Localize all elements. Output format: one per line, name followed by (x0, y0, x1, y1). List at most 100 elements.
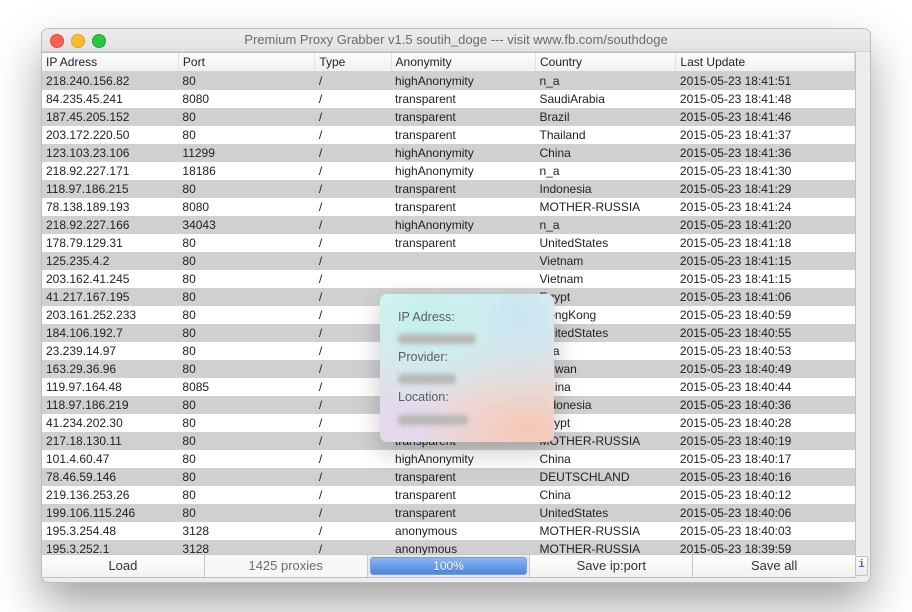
cell-type: / (315, 72, 391, 91)
table-row[interactable]: 195.3.254.483128/anonymousMOTHER-RUSSIA2… (42, 522, 855, 540)
table-row[interactable]: 199.106.115.24680/transparentUnitedState… (42, 504, 855, 522)
cell-type: / (315, 468, 391, 486)
cell-upd: 2015-05-23 18:40:49 (676, 360, 855, 378)
cell-ip: 163.29.36.96 (42, 360, 178, 378)
cell-upd: 2015-05-23 18:41:24 (676, 198, 855, 216)
cell-port: 80 (178, 108, 314, 126)
cell-upd: 2015-05-23 18:41:48 (676, 90, 855, 108)
cell-port: 8080 (178, 90, 314, 108)
cell-upd: 2015-05-23 18:40:28 (676, 414, 855, 432)
cell-ip: 218.240.156.82 (42, 72, 178, 91)
table-row[interactable]: 218.92.227.16634043/highAnonymityn_a2015… (42, 216, 855, 234)
table-row[interactable]: 125.235.4.280/Vietnam2015-05-23 18:41:15 (42, 252, 855, 270)
col-header-updated[interactable]: Last Update (676, 53, 855, 72)
table-row[interactable]: 78.46.59.14680/transparentDEUTSCHLAND201… (42, 468, 855, 486)
cell-port: 80 (178, 504, 314, 522)
table-row[interactable]: 187.45.205.15280/transparentBrazil2015-0… (42, 108, 855, 126)
close-icon[interactable] (50, 34, 64, 48)
cell-ctry: UnitedStates (535, 504, 675, 522)
cell-anon: highAnonymity (391, 162, 535, 180)
load-button[interactable]: Load (42, 555, 205, 577)
cell-type: / (315, 198, 391, 216)
cell-anon (391, 252, 535, 270)
col-header-country[interactable]: Country (535, 53, 675, 72)
cell-ctry: SaudiArabia (535, 90, 675, 108)
cell-ctry: n_a (535, 342, 675, 360)
cell-port: 80 (178, 306, 314, 324)
cell-type: / (315, 90, 391, 108)
minimize-icon[interactable] (71, 34, 85, 48)
cell-ctry: Indonesia (535, 180, 675, 198)
table-row[interactable]: 218.240.156.8280/highAnonymityn_a2015-05… (42, 72, 855, 91)
cell-port: 18186 (178, 162, 314, 180)
cell-anon: transparent (391, 180, 535, 198)
table-row[interactable]: 203.162.41.24580/Vietnam2015-05-23 18:41… (42, 270, 855, 288)
col-header-type[interactable]: Type (315, 53, 391, 72)
cell-ip: 119.97.164.48 (42, 378, 178, 396)
tooltip-provider-label: Provider: (398, 350, 448, 364)
cell-anon: transparent (391, 504, 535, 522)
cell-ctry: n_a (535, 162, 675, 180)
cell-anon: highAnonymity (391, 72, 535, 91)
cell-ip: 199.106.115.246 (42, 504, 178, 522)
tooltip-location-value-blurred (398, 415, 468, 425)
cell-anon: anonymous (391, 522, 535, 540)
cell-anon: transparent (391, 234, 535, 252)
table-row[interactable]: 123.103.23.10611299/highAnonymityChina20… (42, 144, 855, 162)
cell-upd: 2015-05-23 18:41:30 (676, 162, 855, 180)
cell-port: 8085 (178, 378, 314, 396)
cell-type: / (315, 216, 391, 234)
cell-ip: 41.234.202.30 (42, 414, 178, 432)
cell-ctry: n_a (535, 72, 675, 91)
cell-ctry: DEUTSCHLAND (535, 468, 675, 486)
col-header-anon[interactable]: Anonymity (391, 53, 535, 72)
cell-type: / (315, 234, 391, 252)
col-header-port[interactable]: Port (178, 53, 314, 72)
client-area: IP Adress Port Type Anonymity Country La… (42, 52, 870, 582)
cell-port: 80 (178, 450, 314, 468)
cell-ip: 118.97.186.219 (42, 396, 178, 414)
cell-upd: 2015-05-23 18:40:16 (676, 468, 855, 486)
cell-ip: 203.161.252.233 (42, 306, 178, 324)
table-row[interactable]: 101.4.60.4780/highAnonymityChina2015-05-… (42, 450, 855, 468)
table-row[interactable]: 78.138.189.1938080/transparentMOTHER-RUS… (42, 198, 855, 216)
cell-ctry: UnitedStates (535, 324, 675, 342)
cell-type: / (315, 504, 391, 522)
cell-upd: 2015-05-23 18:41:37 (676, 126, 855, 144)
cell-type: / (315, 450, 391, 468)
table-row[interactable]: 219.136.253.2680/transparentChina2015-05… (42, 486, 855, 504)
cell-ctry: Thailand (535, 126, 675, 144)
table-row[interactable]: 203.172.220.5080/transparentThailand2015… (42, 126, 855, 144)
save-ipport-button[interactable]: Save ip:port (530, 555, 693, 577)
cell-ctry: China (535, 486, 675, 504)
cell-port: 80 (178, 72, 314, 91)
cell-ctry: Indonesia (535, 396, 675, 414)
save-all-button[interactable]: Save all (693, 555, 855, 577)
cell-ctry: MOTHER-RUSSIA (535, 522, 675, 540)
info-button[interactable]: i (855, 556, 868, 576)
cell-anon: transparent (391, 108, 535, 126)
cell-type: / (315, 522, 391, 540)
cell-upd: 2015-05-23 18:40:55 (676, 324, 855, 342)
cell-ip: 101.4.60.47 (42, 450, 178, 468)
cell-upd: 2015-05-23 18:40:44 (676, 378, 855, 396)
cell-type: / (315, 108, 391, 126)
cell-type: / (315, 180, 391, 198)
cell-port: 11299 (178, 144, 314, 162)
app-window: Premium Proxy Grabber v1.5 soutih_doge -… (41, 28, 871, 583)
cell-ip: 184.106.192.7 (42, 324, 178, 342)
cell-upd: 2015-05-23 18:40:59 (676, 306, 855, 324)
titlebar[interactable]: Premium Proxy Grabber v1.5 soutih_doge -… (42, 29, 870, 52)
table-row[interactable]: 118.97.186.21580/transparentIndonesia201… (42, 180, 855, 198)
cell-upd: 2015-05-23 18:40:17 (676, 450, 855, 468)
col-header-ip[interactable]: IP Adress (42, 53, 178, 72)
table-row[interactable]: 178.79.129.3180/transparentUnitedStates2… (42, 234, 855, 252)
cell-port: 80 (178, 324, 314, 342)
tooltip-provider-value-blurred (398, 374, 456, 384)
table-row[interactable]: 218.92.227.17118186/highAnonymityn_a2015… (42, 162, 855, 180)
zoom-icon[interactable] (92, 34, 106, 48)
cell-upd: 2015-05-23 18:40:12 (676, 486, 855, 504)
table-row[interactable]: 84.235.45.2418080/transparentSaudiArabia… (42, 90, 855, 108)
cell-anon: transparent (391, 486, 535, 504)
cell-upd: 2015-05-23 18:40:36 (676, 396, 855, 414)
